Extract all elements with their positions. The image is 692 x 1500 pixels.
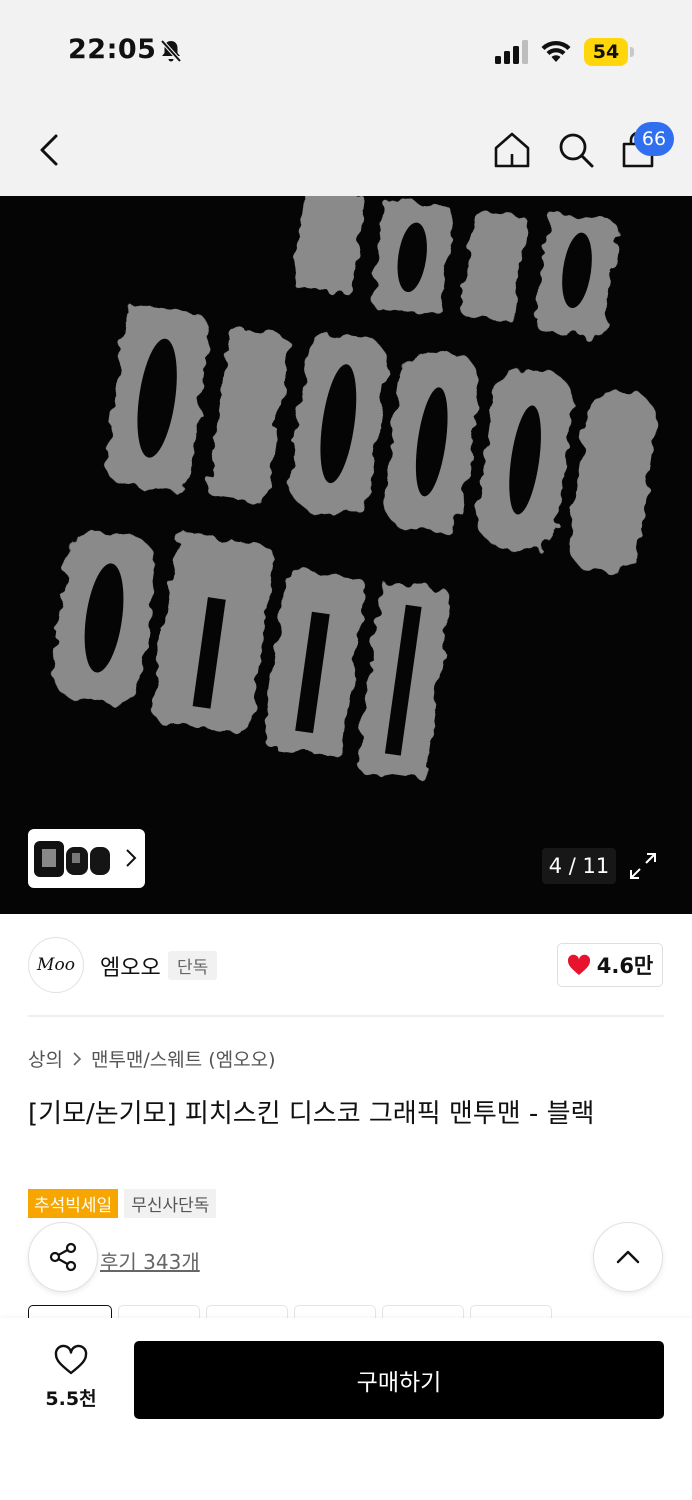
exclusive-tag: 무신사단독 <box>124 1189 217 1218</box>
buy-button[interactable]: 구매하기 <box>134 1341 664 1419</box>
expand-icon[interactable] <box>628 851 658 881</box>
product-photo-disco-graphic <box>0 196 692 914</box>
thumbnail-strip[interactable] <box>28 829 145 888</box>
breadcrumb-item-subcategory[interactable]: 맨투맨/스웨트 (엠오오) <box>91 1045 276 1072</box>
brand-exclusive-tag: 단독 <box>168 951 218 980</box>
breadcrumb: 상의 맨투맨/스웨트 (엠오오) <box>28 1045 276 1072</box>
breadcrumb-item-category[interactable]: 상의 <box>28 1045 63 1072</box>
wishlist-button[interactable]: 5.5천 <box>30 1344 112 1418</box>
wishlist-count: 5.5천 <box>45 1388 97 1410</box>
product-image-gallery[interactable]: 4 / 11 <box>0 196 692 914</box>
chevron-right-icon <box>73 1051 82 1066</box>
cart-count-badge: 66 <box>634 122 674 156</box>
search-icon[interactable] <box>554 128 598 172</box>
share-icon <box>49 1242 77 1272</box>
wifi-icon <box>541 40 571 62</box>
review-count-link[interactable]: 후기 343개 <box>100 1246 200 1275</box>
heart-filled-icon <box>567 954 590 975</box>
top-nav-bar <box>0 100 692 196</box>
battery-level: 54 <box>584 38 628 66</box>
status-time: 22:05 <box>68 34 157 65</box>
chevron-right-icon <box>126 849 137 867</box>
heart-outline-icon <box>54 1344 88 1375</box>
scroll-top-button[interactable] <box>593 1222 663 1292</box>
home-icon[interactable] <box>490 128 534 172</box>
brand-logo[interactable]: Moo <box>28 937 84 993</box>
status-bar: 22:05 54 <box>0 0 692 100</box>
brand-name[interactable]: 엠오오 <box>100 950 161 982</box>
product-title: [기모/논기모] 피치스킨 디스코 그래픽 맨투맨 - 블랙 <box>28 1099 595 1129</box>
brand-logo-text: Moo <box>37 955 75 975</box>
brand-like-count: 4.6만 <box>596 954 654 978</box>
sale-tag: 추석빅세일 <box>28 1189 119 1218</box>
battery-icon: 54 <box>584 38 634 66</box>
image-counter: 4 / 11 <box>542 848 616 884</box>
brand-like-button[interactable]: 4.6만 <box>557 943 663 987</box>
divider <box>28 1015 664 1017</box>
thumbnail-images <box>34 840 110 877</box>
bell-muted-icon <box>160 39 182 63</box>
chevron-up-icon <box>616 1250 640 1264</box>
back-arrow-icon[interactable] <box>32 130 68 170</box>
product-tags: 추석빅세일 무신사단독 <box>28 1189 217 1218</box>
share-button[interactable] <box>28 1222 98 1292</box>
detail-tabs-peek <box>28 1305 668 1319</box>
signal-icon <box>495 40 528 64</box>
